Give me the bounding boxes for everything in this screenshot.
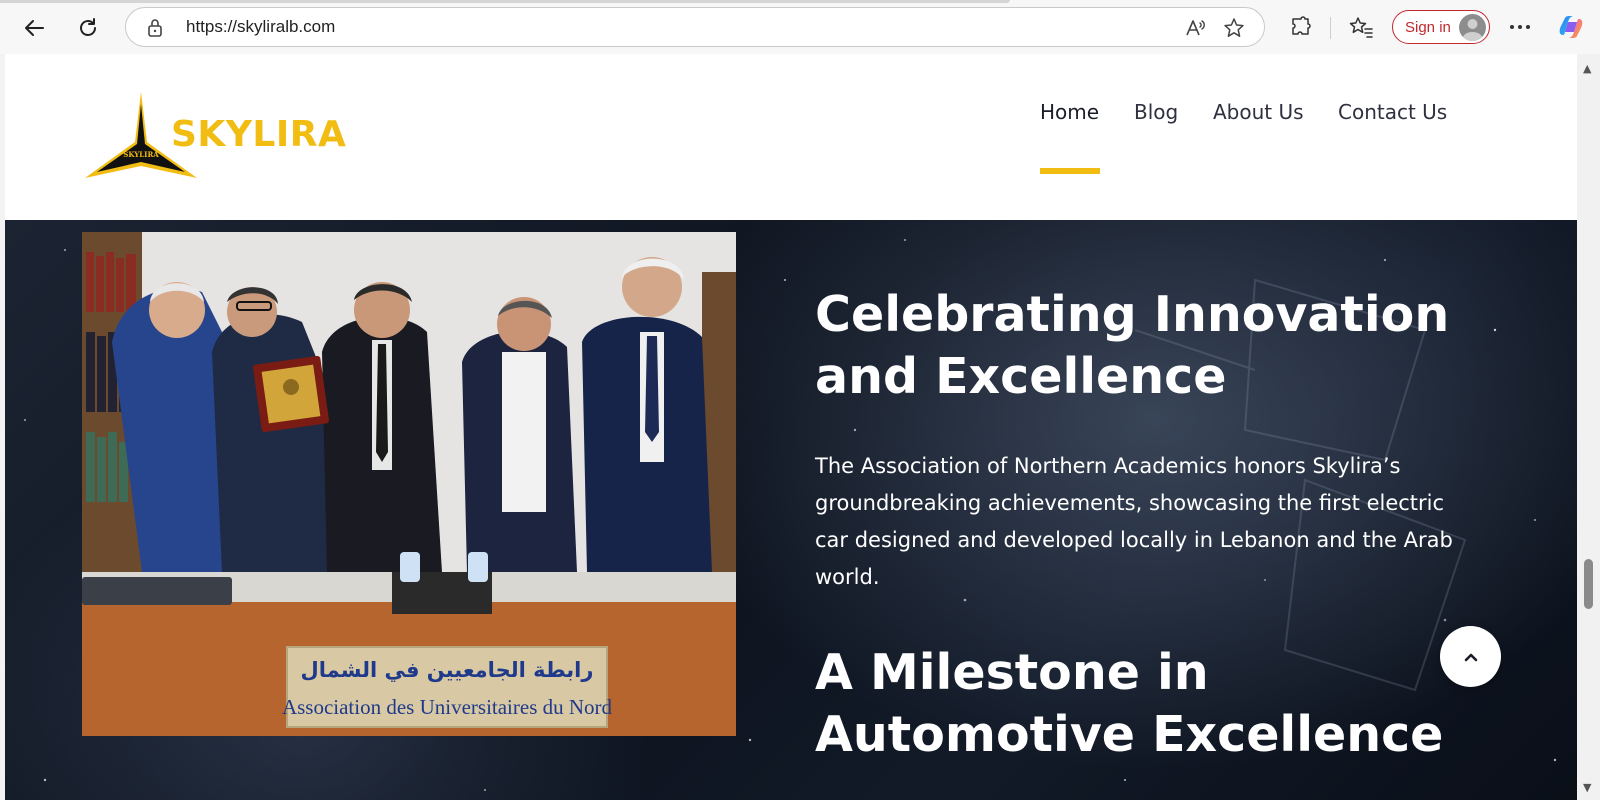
heading-1-line-1: Celebrating Innovation (815, 286, 1450, 343)
hero-section: رابطة الجامعيين في الشمال Association de… (5, 220, 1577, 800)
page-scrollbar[interactable]: ▲ ▼ (1577, 54, 1600, 800)
favorite-star-icon[interactable] (1222, 16, 1246, 44)
nav-item-contact-us[interactable]: Contact Us (1338, 100, 1447, 124)
scrollbar-thumb[interactable] (1584, 559, 1593, 609)
nav-item-about-us[interactable]: About Us (1213, 100, 1304, 124)
avatar (1459, 14, 1486, 41)
hero-paragraph: The Association of Northern Academics ho… (815, 454, 1453, 589)
lock-icon[interactable] (146, 18, 164, 42)
url-text[interactable]: https://skyliralb.com (186, 17, 335, 37)
sign-in-label: Sign in (1405, 18, 1451, 36)
back-arrow-icon[interactable] (18, 12, 50, 44)
heading-celebrating-innovation: Celebrating Innovation and Excellence (815, 284, 1515, 408)
more-icon[interactable] (1505, 12, 1535, 42)
active-nav-indicator (1040, 168, 1100, 174)
nav-item-home[interactable]: Home (1040, 100, 1099, 124)
tab-strip-indicator (0, 0, 1010, 3)
copilot-icon[interactable] (1556, 12, 1586, 42)
scroll-down-arrow-icon[interactable]: ▼ (1583, 781, 1591, 794)
web-page: SKYLIRA SKYLIRA Home Blog About Us Conta… (5, 54, 1577, 800)
extensions-icon[interactable] (1286, 12, 1316, 42)
read-aloud-icon[interactable] (1184, 17, 1206, 43)
heading-1-line-2: and Excellence (815, 348, 1227, 405)
plaque-french-text: Association des Universitaires du Nord (282, 695, 613, 719)
award-ceremony-photo: رابطة الجامعيين في الشمال Association de… (82, 232, 736, 736)
heading-2-line-2: Automotive Excellence (815, 706, 1444, 763)
refresh-icon[interactable] (72, 12, 104, 44)
heading-2-line-1: A Milestone in (815, 644, 1209, 701)
plaque-arabic-text: رابطة الجامعيين في الشمال (301, 658, 594, 682)
logo-small-text: SKYLIRA (123, 150, 159, 159)
scroll-up-arrow-icon[interactable]: ▲ (1583, 62, 1591, 75)
site-logo[interactable]: SKYLIRA SKYLIRA (85, 90, 346, 186)
sign-in-button[interactable]: Sign in (1392, 10, 1490, 44)
chevron-up-icon (1464, 653, 1477, 661)
heading-milestone: A Milestone in Automotive Excellence (815, 642, 1515, 766)
address-bar[interactable]: https://skyliralb.com (125, 7, 1265, 47)
logo-text: SKYLIRA (171, 114, 347, 155)
toolbar-separator (1330, 17, 1331, 39)
nav-item-blog[interactable]: Blog (1134, 100, 1178, 124)
scroll-to-top-button[interactable] (1440, 626, 1501, 687)
favorites-icon[interactable] (1346, 12, 1376, 42)
browser-toolbar: https://skyliralb.com Sign in (0, 0, 1600, 54)
site-header: SKYLIRA SKYLIRA Home Blog About Us Conta… (5, 54, 1577, 220)
